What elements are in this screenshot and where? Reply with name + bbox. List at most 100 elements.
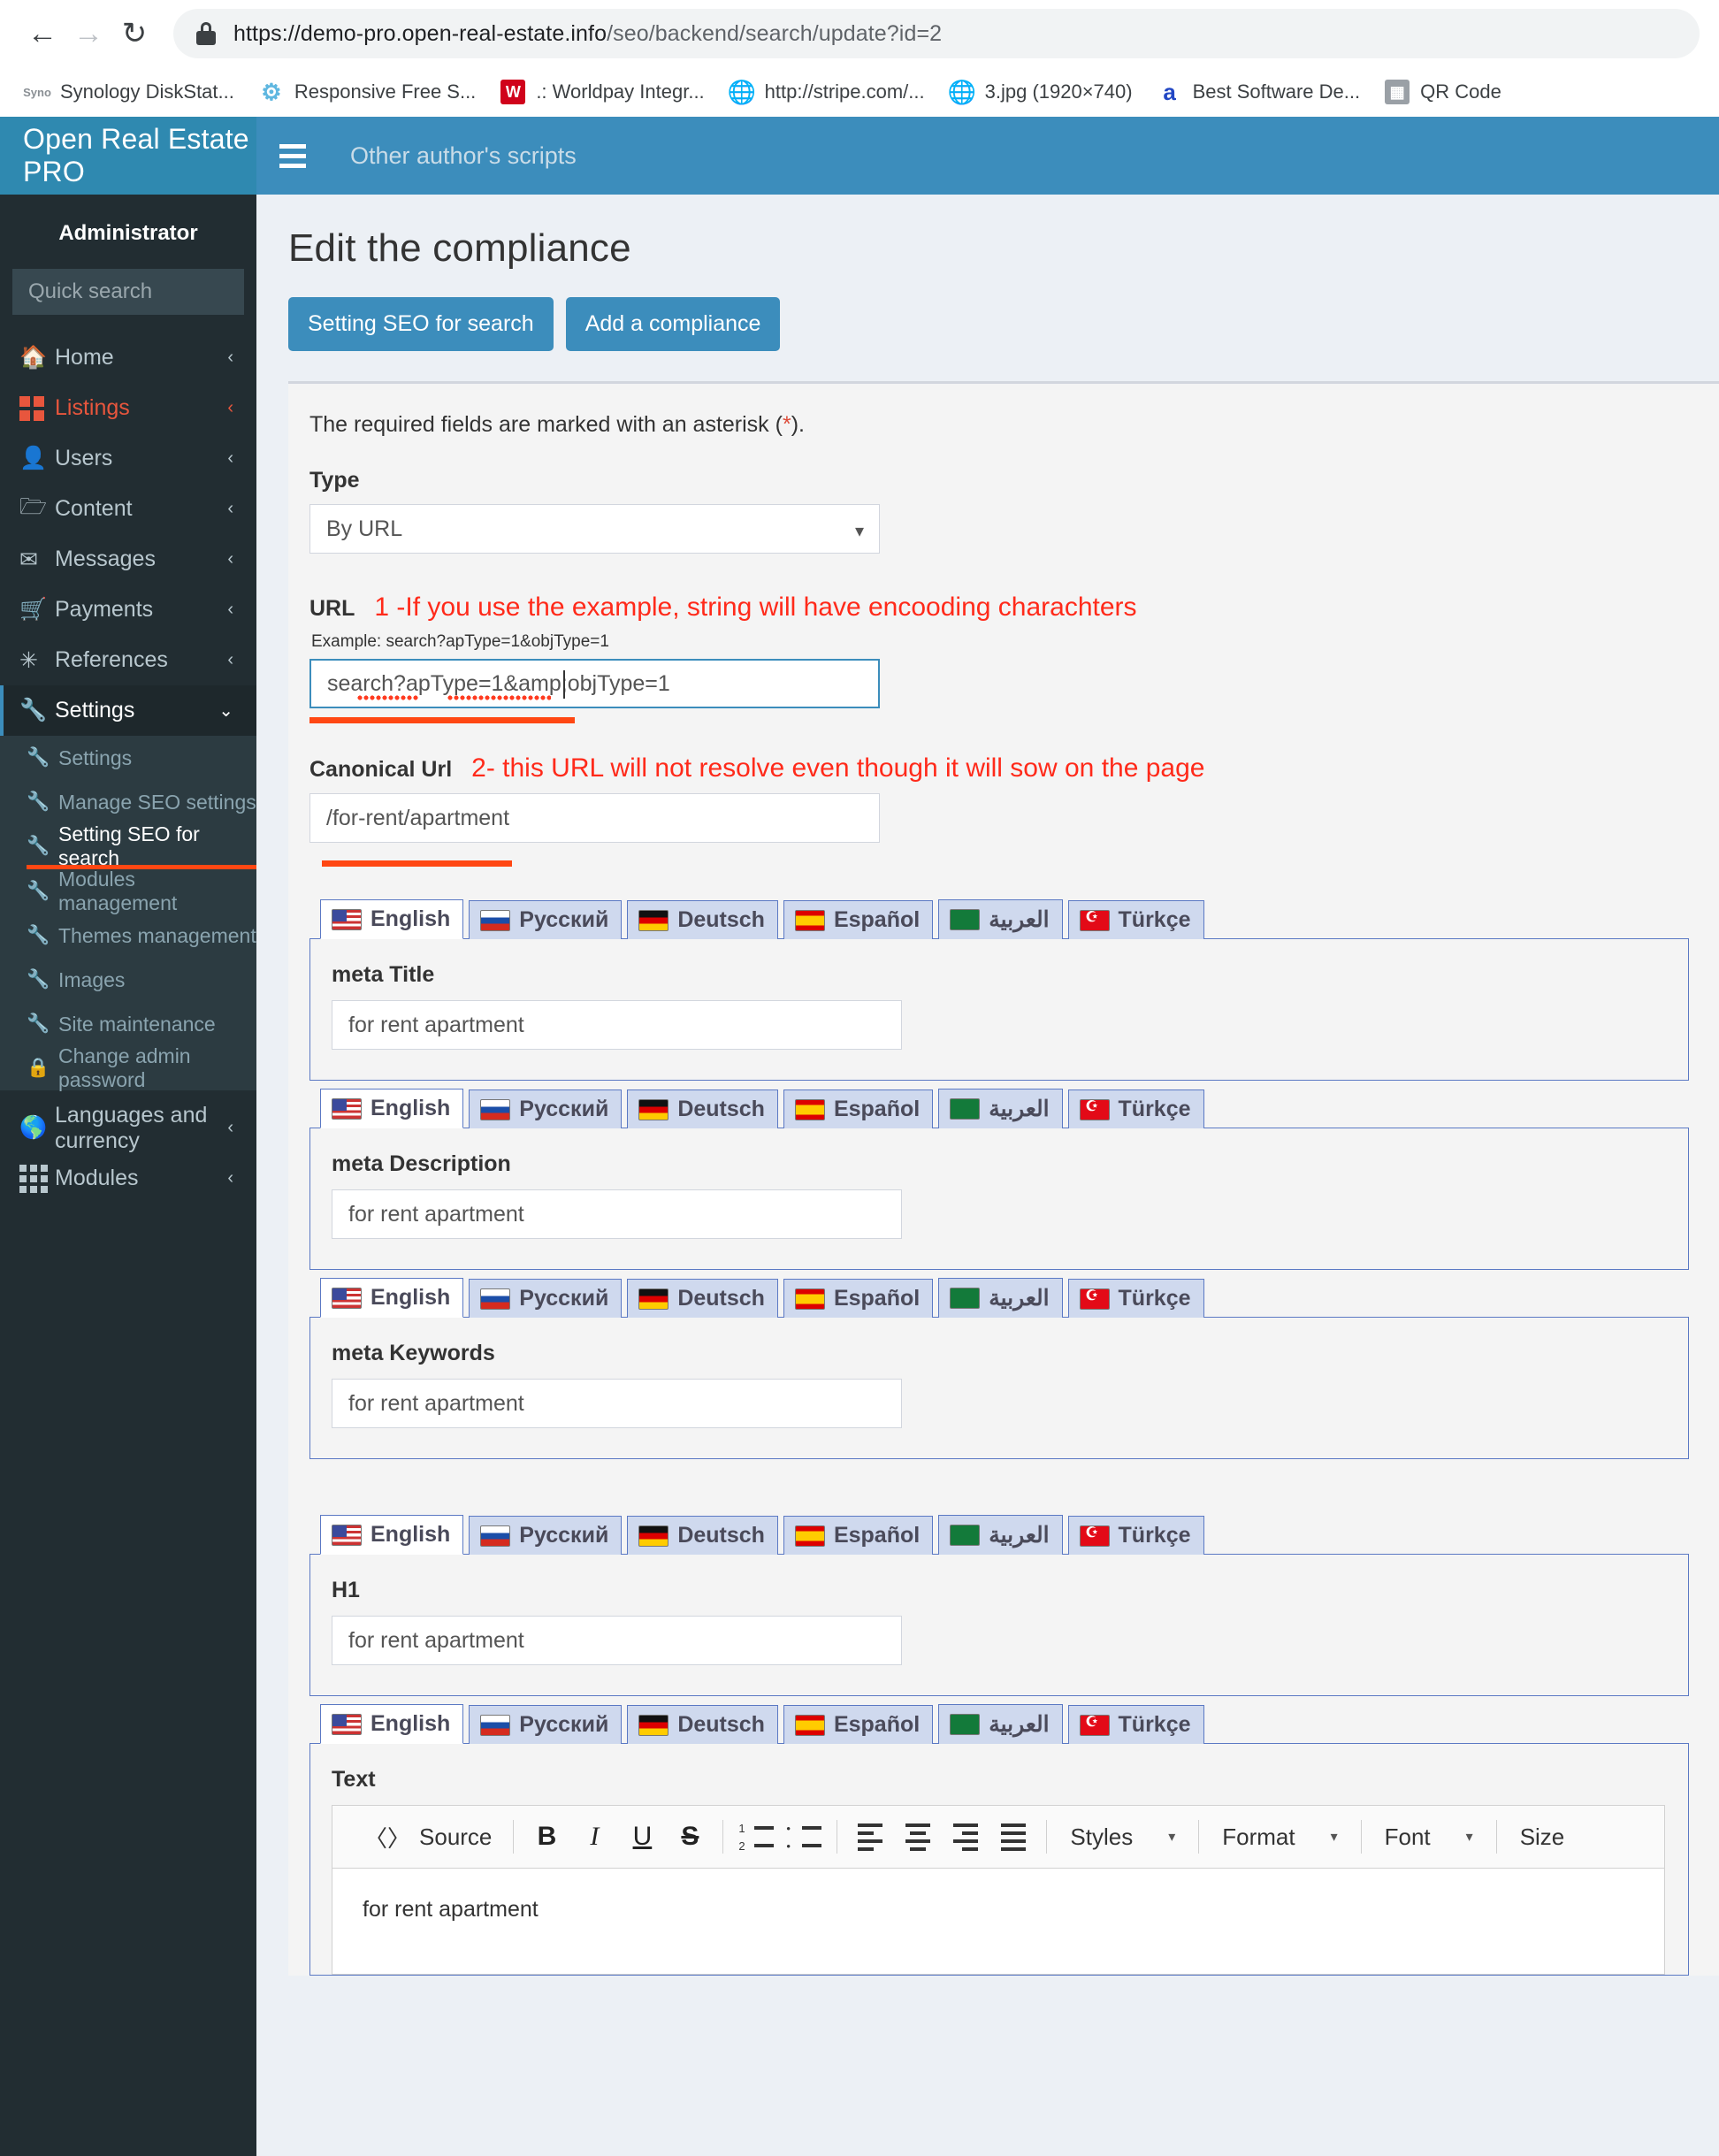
sidebar-item-references[interactable]: ✳ References ‹ bbox=[0, 635, 256, 685]
tab-turkish[interactable]: Türkçe bbox=[1067, 900, 1204, 939]
bookmark-item[interactable]: 🌐 http://stripe.com/... bbox=[717, 71, 937, 113]
quick-search[interactable]: 🔍 bbox=[12, 269, 329, 315]
address-bar[interactable]: https://demo-pro.open-real-estate.info/s… bbox=[173, 9, 1700, 58]
tab-turkish[interactable]: Türkçe bbox=[1067, 1089, 1204, 1128]
hamburger-icon[interactable] bbox=[279, 143, 320, 168]
wrench-icon: 🔧 bbox=[27, 747, 50, 768]
tab-spanish[interactable]: Español bbox=[783, 1705, 934, 1744]
underline-button[interactable]: U bbox=[618, 1822, 666, 1852]
flag-tr-icon bbox=[1079, 1097, 1110, 1120]
chevron-left-icon: ‹ bbox=[227, 650, 233, 669]
sidebar-subitem-modules-management[interactable]: 🔧 Modules management bbox=[0, 868, 256, 914]
sidebar-item-modules[interactable]: Modules ‹ bbox=[0, 1153, 256, 1204]
sidebar-item-content[interactable]: 🗁 Content ‹ bbox=[0, 484, 256, 534]
page-body: Edit the compliance Setting SEO for sear… bbox=[256, 195, 1719, 2156]
tab-spanish[interactable]: Español bbox=[783, 1279, 934, 1318]
tab-russian[interactable]: Русский bbox=[469, 1279, 623, 1318]
flag-es-icon bbox=[794, 1098, 825, 1120]
sidebar-subitem-manage-seo-settings[interactable]: 🔧 Manage SEO settings bbox=[0, 780, 256, 824]
bookmark-item[interactable]: ▦ QR Code bbox=[1372, 71, 1514, 113]
sidebar-subitem-change-admin-password[interactable]: 🔒 Change admin password bbox=[0, 1044, 256, 1091]
align-left-icon[interactable] bbox=[846, 1823, 894, 1851]
tab-russian[interactable]: Русский bbox=[469, 1705, 623, 1744]
tab-spanish[interactable]: Español bbox=[783, 1089, 934, 1128]
tab-turkish[interactable]: Türkçe bbox=[1067, 1516, 1204, 1555]
add-a-compliance-button[interactable]: Add a compliance bbox=[565, 297, 781, 351]
editor-content[interactable]: for rent apartment bbox=[332, 1868, 1664, 1974]
setting-seo-for-search-button[interactable]: Setting SEO for search bbox=[288, 297, 554, 351]
bookmark-item[interactable]: ⚙ Responsive Free S... bbox=[247, 71, 488, 113]
sidebar-item-languages-and-currency[interactable]: 🌎 Languages and currency ‹ bbox=[0, 1103, 256, 1153]
tab-spanish[interactable]: Español bbox=[783, 1516, 934, 1555]
chevron-left-icon: ‹ bbox=[227, 1168, 233, 1188]
tab-russian[interactable]: Русский bbox=[469, 1089, 623, 1128]
brand-logo[interactable]: Open Real Estate PRO bbox=[0, 117, 256, 195]
sidebar-subitem-settings[interactable]: 🔧 Settings bbox=[0, 736, 256, 780]
tab-russian[interactable]: Русский bbox=[469, 1516, 623, 1555]
bookmark-item[interactable]: 🌐 3.jpg (1920×740) bbox=[937, 71, 1145, 113]
type-select[interactable]: By URL bbox=[309, 504, 880, 554]
reload-icon[interactable]: ↻ bbox=[111, 11, 157, 57]
canonical-url-input[interactable] bbox=[309, 793, 880, 843]
tab-german[interactable]: Deutsch bbox=[627, 1516, 778, 1555]
tab-spanish[interactable]: Español bbox=[783, 900, 934, 939]
align-right-icon[interactable] bbox=[942, 1823, 989, 1851]
tab-arabic[interactable]: العربية bbox=[938, 1704, 1063, 1744]
size-dropdown[interactable]: Size bbox=[1506, 1823, 1579, 1851]
meta-description-input[interactable] bbox=[332, 1189, 902, 1239]
align-center-icon[interactable] bbox=[894, 1823, 942, 1851]
bookmark-item[interactable]: Syno Synology DiskStat... bbox=[12, 71, 247, 113]
forward-arrow-icon[interactable]: → bbox=[65, 11, 111, 57]
other-author-scripts-link[interactable]: Other author's scripts bbox=[350, 142, 577, 170]
meta-keywords-input[interactable] bbox=[332, 1379, 902, 1428]
tab-english[interactable]: English bbox=[320, 1704, 464, 1744]
tab-german[interactable]: Deutsch bbox=[627, 900, 778, 939]
sidebar-item-settings[interactable]: 🔧 Settings ⌄ bbox=[0, 685, 256, 736]
tab-german[interactable]: Deutsch bbox=[627, 1705, 778, 1744]
tab-russian[interactable]: Русский bbox=[469, 900, 623, 939]
tab-german[interactable]: Deutsch bbox=[627, 1279, 778, 1318]
sidebar-subitem-setting-seo-for-search[interactable]: 🔧 Setting SEO for search bbox=[0, 822, 256, 869]
back-arrow-icon[interactable]: ← bbox=[19, 11, 65, 57]
main-content: Other author's scripts Edit the complian… bbox=[256, 117, 1719, 2156]
flag-sa-icon bbox=[950, 1714, 981, 1735]
tab-german[interactable]: Deutsch bbox=[627, 1089, 778, 1128]
format-dropdown[interactable]: Format ▾ bbox=[1208, 1823, 1351, 1851]
sidebar-item-listings[interactable]: Listings ‹ bbox=[0, 383, 256, 433]
italic-button[interactable]: I bbox=[570, 1822, 618, 1852]
h1-input[interactable] bbox=[332, 1616, 902, 1665]
url-input[interactable] bbox=[309, 659, 880, 708]
sidebar-item-payments[interactable]: 🛒 Payments ‹ bbox=[0, 585, 256, 635]
sidebar-item-messages[interactable]: ✉ Messages ‹ bbox=[0, 534, 256, 585]
tab-english[interactable]: English bbox=[320, 899, 464, 939]
tab-english[interactable]: English bbox=[320, 1515, 464, 1555]
tab-english[interactable]: English bbox=[320, 1278, 464, 1318]
tab-arabic[interactable]: العربية bbox=[938, 1089, 1063, 1128]
font-dropdown[interactable]: Font ▾ bbox=[1371, 1823, 1487, 1851]
meta-title-input[interactable] bbox=[332, 1000, 902, 1050]
sidebar-subitem-site-maintenance[interactable]: 🔧 Site maintenance bbox=[0, 1002, 256, 1046]
tab-turkish[interactable]: Türkçe bbox=[1067, 1705, 1204, 1744]
tab-english[interactable]: English bbox=[320, 1089, 464, 1128]
numbered-list-icon[interactable]: 12 bbox=[732, 1822, 780, 1853]
tab-arabic[interactable]: العربية bbox=[938, 1515, 1063, 1555]
sidebar-item-home[interactable]: 🏠 Home ‹ bbox=[0, 333, 256, 383]
bookmark-item[interactable]: W.: Worldpay Integr... bbox=[488, 71, 716, 113]
tab-arabic[interactable]: العربية bbox=[938, 899, 1063, 939]
source-button[interactable]: 〈〉 Source bbox=[352, 1821, 504, 1854]
styles-dropdown[interactable]: Styles ▾ bbox=[1056, 1823, 1189, 1851]
strikethrough-button[interactable]: S bbox=[666, 1822, 714, 1852]
sidebar-subitem-themes-management[interactable]: 🔧 Themes management bbox=[0, 914, 256, 958]
bullet-list-icon[interactable]: • • bbox=[780, 1822, 828, 1853]
bookmark-item[interactable]: a Best Software De... bbox=[1145, 71, 1373, 113]
bold-button[interactable]: B bbox=[523, 1822, 570, 1852]
tab-arabic[interactable]: العربية bbox=[938, 1278, 1063, 1318]
align-justify-icon[interactable] bbox=[989, 1823, 1037, 1851]
meta-description-label: meta Description bbox=[332, 1151, 511, 1176]
url-red-underline bbox=[309, 717, 575, 723]
type-label: Type bbox=[309, 468, 360, 493]
sidebar-subitem-images[interactable]: 🔧 Images bbox=[0, 958, 256, 1002]
sidebar-item-users[interactable]: 👤 Users ‹ bbox=[0, 433, 256, 484]
tab-turkish[interactable]: Türkçe bbox=[1067, 1279, 1204, 1318]
meta-keywords-block: English Русский Deutsch Español العربية … bbox=[309, 1277, 1689, 1459]
